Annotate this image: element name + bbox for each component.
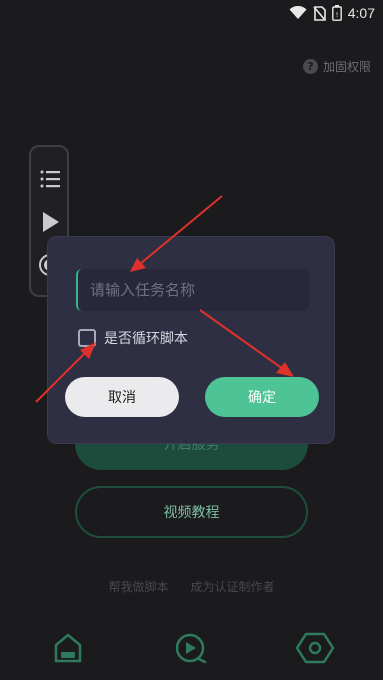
status-time: 4:07 — [347, 5, 375, 21]
home-icon[interactable] — [48, 628, 88, 668]
no-sim-icon — [313, 5, 326, 21]
video-play-icon[interactable] — [171, 628, 211, 668]
video-tutorial-button[interactable]: 视频教程 — [75, 486, 308, 538]
loop-script-option[interactable]: 是否循环脚本 — [78, 328, 188, 348]
svg-text:!: ! — [335, 11, 338, 19]
bottom-nav — [0, 614, 383, 680]
help-write-script-link[interactable]: 帮我做脚本 — [108, 578, 168, 595]
loop-script-checkbox[interactable] — [78, 329, 96, 347]
bottom-links: 帮我做脚本 成为认证制作者 — [0, 578, 383, 595]
permission-link[interactable]: ? 加固权限 — [302, 58, 371, 75]
status-icons: ! 4:07 — [289, 5, 375, 21]
status-bar: ! 4:07 — [0, 0, 383, 28]
confirm-button[interactable]: 确定 — [205, 377, 319, 417]
wifi-icon — [289, 6, 307, 19]
loop-script-label: 是否循环脚本 — [104, 331, 188, 347]
task-name-input[interactable] — [76, 269, 309, 311]
settings-hex-icon[interactable] — [295, 628, 335, 668]
become-author-link[interactable]: 成为认证制作者 — [191, 578, 275, 595]
battery-icon: ! — [331, 5, 342, 21]
help-circle-icon: ? — [302, 59, 318, 74]
task-name-dialog: 是否循环脚本 取消 确定 — [47, 236, 335, 444]
cancel-button[interactable]: 取消 — [65, 377, 179, 417]
play-icon[interactable] — [42, 211, 60, 233]
permission-label: 加固权限 — [322, 60, 371, 74]
list-icon[interactable] — [40, 169, 60, 189]
